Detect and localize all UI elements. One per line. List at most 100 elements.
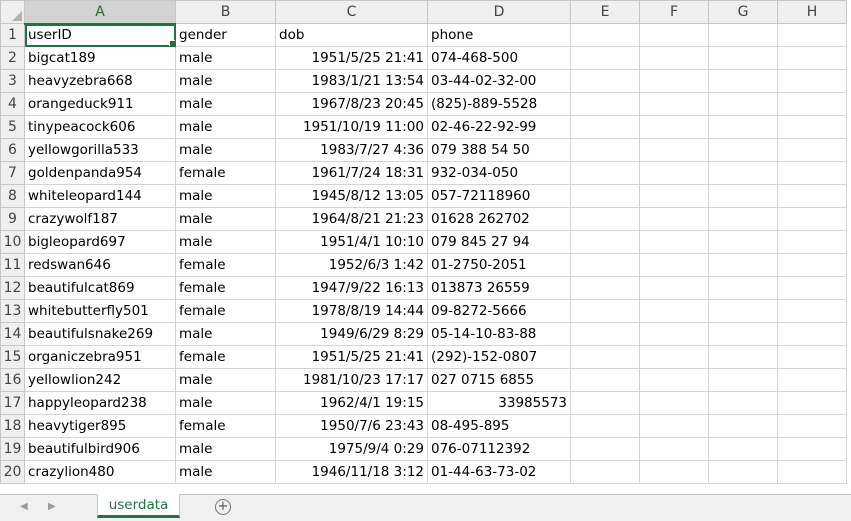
cell-empty-f[interactable] xyxy=(639,299,709,323)
cell-empty-f[interactable] xyxy=(639,46,709,70)
cell-empty-e[interactable] xyxy=(570,322,640,346)
row-header[interactable]: 4 xyxy=(0,92,25,116)
cell-gender[interactable]: male xyxy=(175,92,276,116)
cell-dob[interactable]: 1951/5/25 21:41 xyxy=(275,345,428,369)
cell-empty-h[interactable] xyxy=(777,322,847,346)
cell-empty-h[interactable] xyxy=(777,276,847,300)
cell-empty-g[interactable] xyxy=(708,253,778,277)
cell-gender[interactable]: male xyxy=(175,322,276,346)
cell-gender[interactable]: male xyxy=(175,368,276,392)
cell-empty-h[interactable] xyxy=(777,299,847,323)
cell-userid[interactable]: userID xyxy=(24,23,176,47)
cell-phone[interactable]: 08-495-895 xyxy=(427,414,571,438)
cell-empty-e[interactable] xyxy=(570,276,640,300)
cell-empty-f[interactable] xyxy=(639,437,709,461)
cell-empty-g[interactable] xyxy=(708,184,778,208)
cell-dob[interactable]: 1945/8/12 13:05 xyxy=(275,184,428,208)
cell-phone[interactable]: (292)-152-0807 xyxy=(427,345,571,369)
cell-dob[interactable]: 1983/1/21 13:54 xyxy=(275,69,428,93)
cell-phone[interactable]: 02-46-22-92-99 xyxy=(427,115,571,139)
select-all-corner[interactable] xyxy=(0,0,25,24)
cell-dob[interactable]: 1975/9/4 0:29 xyxy=(275,437,428,461)
cell-empty-h[interactable] xyxy=(777,391,847,415)
cell-empty-g[interactable] xyxy=(708,115,778,139)
cell-empty-h[interactable] xyxy=(777,230,847,254)
cell-gender[interactable]: male xyxy=(175,69,276,93)
cell-gender[interactable]: male xyxy=(175,460,276,484)
cell-empty-h[interactable] xyxy=(777,161,847,185)
cell-empty-h[interactable] xyxy=(777,437,847,461)
cell-empty-e[interactable] xyxy=(570,345,640,369)
cell-empty-g[interactable] xyxy=(708,414,778,438)
column-header-c[interactable]: C xyxy=(275,0,428,24)
cell-empty-f[interactable] xyxy=(639,414,709,438)
cell-empty-f[interactable] xyxy=(639,69,709,93)
cell-userid[interactable]: bigleopard697 xyxy=(24,230,176,254)
cell-gender[interactable]: male xyxy=(175,207,276,231)
cell-phone[interactable]: 09-8272-5666 xyxy=(427,299,571,323)
cell-userid[interactable]: orangeduck911 xyxy=(24,92,176,116)
cell-empty-g[interactable] xyxy=(708,299,778,323)
cell-gender[interactable]: male xyxy=(175,115,276,139)
cell-phone[interactable]: 05-14-10-83-88 xyxy=(427,322,571,346)
row-header[interactable]: 12 xyxy=(0,276,25,300)
cell-gender[interactable]: male xyxy=(175,138,276,162)
cell-empty-e[interactable] xyxy=(570,69,640,93)
cell-empty-g[interactable] xyxy=(708,391,778,415)
cell-empty-h[interactable] xyxy=(777,69,847,93)
cell-empty-e[interactable] xyxy=(570,253,640,277)
row-header[interactable]: 18 xyxy=(0,414,25,438)
cell-gender[interactable]: female xyxy=(175,345,276,369)
cell-gender[interactable]: female xyxy=(175,414,276,438)
cell-empty-e[interactable] xyxy=(570,391,640,415)
cell-dob[interactable]: dob xyxy=(275,23,428,47)
cell-gender[interactable]: male xyxy=(175,46,276,70)
cell-empty-h[interactable] xyxy=(777,414,847,438)
cell-empty-e[interactable] xyxy=(570,414,640,438)
cell-dob[interactable]: 1964/8/21 21:23 xyxy=(275,207,428,231)
row-header[interactable]: 5 xyxy=(0,115,25,139)
row-header[interactable]: 14 xyxy=(0,322,25,346)
cell-dob[interactable]: 1983/7/27 4:36 xyxy=(275,138,428,162)
cell-userid[interactable]: beautifulcat869 xyxy=(24,276,176,300)
cell-empty-e[interactable] xyxy=(570,184,640,208)
row-header[interactable]: 7 xyxy=(0,161,25,185)
row-header[interactable]: 11 xyxy=(0,253,25,277)
sheet-tab-userdata[interactable]: userdata xyxy=(97,494,180,518)
cell-empty-g[interactable] xyxy=(708,322,778,346)
cell-empty-f[interactable] xyxy=(639,276,709,300)
add-sheet-icon[interactable]: + xyxy=(215,499,231,515)
cell-gender[interactable]: female xyxy=(175,253,276,277)
cell-empty-g[interactable] xyxy=(708,207,778,231)
cell-userid[interactable]: whitebutterfly501 xyxy=(24,299,176,323)
cell-empty-e[interactable] xyxy=(570,138,640,162)
cell-userid[interactable]: redswan646 xyxy=(24,253,176,277)
cell-dob[interactable]: 1951/5/25 21:41 xyxy=(275,46,428,70)
cell-empty-f[interactable] xyxy=(639,322,709,346)
cell-userid[interactable]: whiteleopard144 xyxy=(24,184,176,208)
cell-userid[interactable]: heavyzebra668 xyxy=(24,69,176,93)
cell-empty-g[interactable] xyxy=(708,92,778,116)
cell-empty-h[interactable] xyxy=(777,92,847,116)
cell-empty-h[interactable] xyxy=(777,253,847,277)
cell-gender[interactable]: male xyxy=(175,230,276,254)
cell-gender[interactable]: female xyxy=(175,276,276,300)
cell-dob[interactable]: 1946/11/18 3:12 xyxy=(275,460,428,484)
cell-dob[interactable]: 1949/6/29 8:29 xyxy=(275,322,428,346)
cell-userid[interactable]: beautifulsnake269 xyxy=(24,322,176,346)
cell-dob[interactable]: 1950/7/6 23:43 xyxy=(275,414,428,438)
cell-empty-f[interactable] xyxy=(639,391,709,415)
cell-dob[interactable]: 1951/4/1 10:10 xyxy=(275,230,428,254)
cell-empty-g[interactable] xyxy=(708,69,778,93)
cell-phone[interactable]: 074-468-500 xyxy=(427,46,571,70)
cell-userid[interactable]: heavytiger895 xyxy=(24,414,176,438)
cell-empty-g[interactable] xyxy=(708,368,778,392)
cell-userid[interactable]: yellowlion242 xyxy=(24,368,176,392)
cell-empty-h[interactable] xyxy=(777,207,847,231)
column-header-a[interactable]: A xyxy=(24,0,176,25)
cell-empty-h[interactable] xyxy=(777,138,847,162)
column-header-g[interactable]: G xyxy=(708,0,778,24)
cell-phone[interactable]: 03-44-02-32-00 xyxy=(427,69,571,93)
cell-userid[interactable]: tinypeacock606 xyxy=(24,115,176,139)
cell-empty-f[interactable] xyxy=(639,460,709,484)
